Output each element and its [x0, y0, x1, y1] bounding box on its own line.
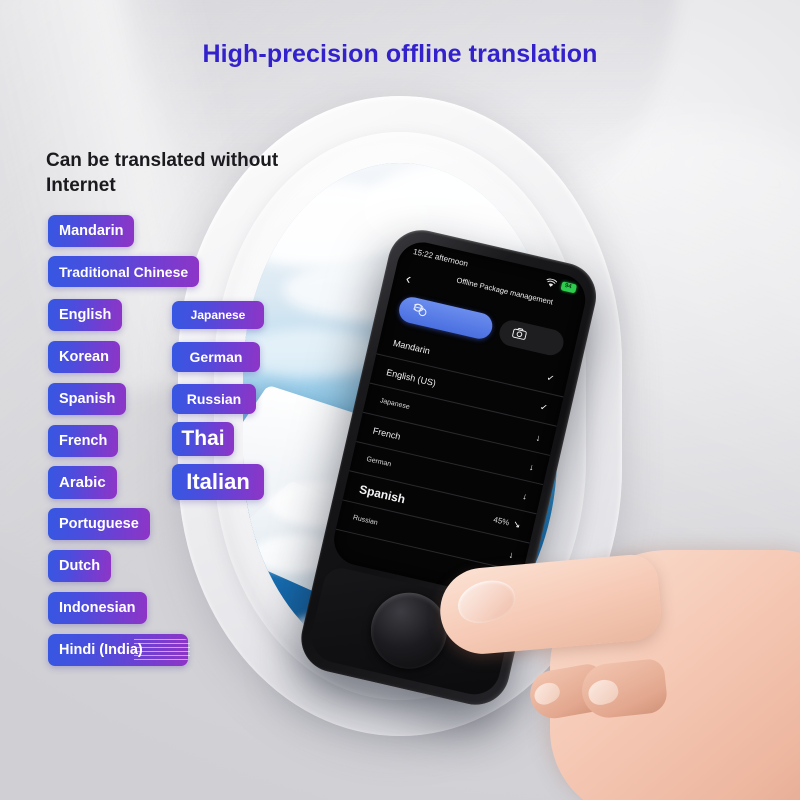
language-row-download-icon[interactable]: ↓: [535, 432, 542, 443]
language-pill-arabic[interactable]: Arabic: [48, 466, 117, 499]
language-pill-japanese[interactable]: Japanese: [172, 301, 264, 329]
hand: [430, 520, 800, 800]
language-pill-english[interactable]: English: [48, 299, 123, 331]
language-pill-label: Russian: [186, 391, 242, 407]
language-pill-label: Mandarin: [59, 223, 124, 239]
finger-nail: [530, 678, 564, 709]
wifi-icon: [545, 277, 558, 288]
page-title: High-precision offline translation: [202, 40, 598, 68]
language-pill-mandarin[interactable]: Mandarin: [48, 215, 135, 247]
page-subtitle: Can be translated without Internet: [46, 150, 279, 197]
language-row-status: ✓: [539, 401, 549, 414]
language-pill-label: Portuguese: [59, 516, 139, 532]
language-pill-label: Korean: [59, 349, 109, 365]
language-pill-dutch[interactable]: Dutch: [48, 550, 112, 582]
language-pill-label: Arabic: [59, 474, 106, 491]
language-pill-label: English: [59, 307, 112, 323]
language-pill-label: French: [59, 433, 108, 449]
translate-icon: [411, 302, 429, 323]
language-pill-spanish[interactable]: Spanish: [48, 383, 127, 415]
language-row-download-icon[interactable]: ↓: [522, 490, 529, 501]
language-row-download-icon[interactable]: ↓: [528, 461, 535, 472]
language-pill-korean[interactable]: Korean: [48, 341, 120, 373]
language-pill-label: Traditional Chinese: [59, 263, 189, 280]
language-pill-label: Indonesian: [59, 600, 136, 616]
language-pill-traditional-chinese[interactable]: Traditional Chinese: [48, 256, 200, 287]
thumb-nail: [452, 573, 521, 630]
language-pill-italian[interactable]: Italian: [172, 464, 264, 500]
language-pill-thai[interactable]: Thai: [172, 422, 234, 456]
language-pill-french[interactable]: French: [48, 425, 119, 457]
language-row-status: ✓: [545, 372, 556, 384]
language-pill-label: Thai: [181, 427, 225, 450]
language-pill-indonesian[interactable]: Indonesian: [48, 592, 147, 624]
language-pill-russian[interactable]: Russian: [172, 384, 256, 414]
language-pill-hindi-india[interactable]: Hindi (India): [48, 634, 190, 666]
language-pill-portuguese[interactable]: Portuguese: [48, 508, 150, 540]
language-pill-label: Hindi (India): [59, 642, 143, 658]
product-marketing-image: High-precision offline translation Can b…: [0, 0, 800, 800]
back-chevron-icon[interactable]: ‹: [404, 270, 413, 288]
language-pill-german[interactable]: German: [172, 342, 260, 372]
language-pill-label: Italian: [186, 469, 250, 494]
language-pill-label: Dutch: [59, 558, 101, 574]
battery-level: 94: [564, 282, 573, 290]
language-pill-label: Spanish: [59, 391, 116, 407]
language-pill-label: Japanese: [190, 308, 246, 322]
language-pill-label: German: [189, 349, 243, 365]
finger-nail: [585, 676, 621, 708]
battery-icon: 94: [560, 280, 578, 293]
camera-icon: [510, 325, 528, 346]
